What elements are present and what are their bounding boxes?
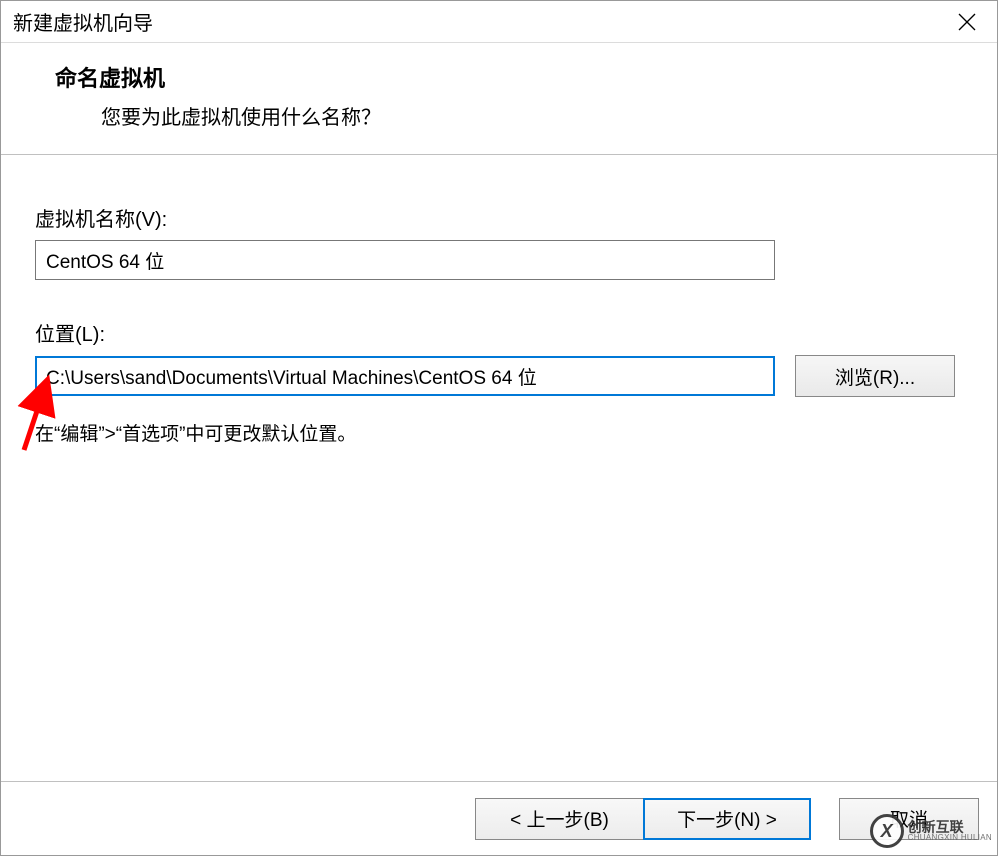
wizard-header-subtitle: 您要为此虚拟机使用什么名称？: [101, 101, 967, 130]
vm-location-input[interactable]: [35, 356, 775, 396]
wizard-header: 命名虚拟机 您要为此虚拟机使用什么名称？: [1, 43, 997, 155]
watermark-logo: X 创新互联 CHUANGXIN HULIAN: [870, 814, 992, 848]
vm-name-label: 虚拟机名称(V):: [35, 203, 967, 232]
close-icon: [958, 13, 976, 31]
watermark-text-en: CHUANGXIN HULIAN: [908, 834, 992, 842]
vm-location-row: 位置(L): 浏览(R)...: [35, 318, 967, 397]
vm-location-label: 位置(L):: [35, 318, 967, 347]
browse-button[interactable]: 浏览(R)...: [795, 355, 955, 397]
wizard-window: 新建虚拟机向导 命名虚拟机 您要为此虚拟机使用什么名称？ 虚拟机名称(V): 位…: [0, 0, 998, 856]
window-title: 新建虚拟机向导: [13, 7, 153, 36]
vm-name-input[interactable]: [35, 240, 775, 280]
back-button[interactable]: < 上一步(B): [475, 798, 643, 840]
wizard-footer: < 上一步(B) 下一步(N) > 取消: [1, 781, 997, 855]
vm-location-input-row: 浏览(R)...: [35, 355, 967, 397]
watermark-badge-icon: X: [870, 814, 904, 848]
next-button[interactable]: 下一步(N) >: [643, 798, 811, 840]
watermark-text-cn: 创新互联: [908, 820, 992, 834]
vm-name-row: 虚拟机名称(V):: [35, 203, 967, 280]
wizard-header-title: 命名虚拟机: [55, 61, 967, 93]
default-location-hint: 在“编辑”>“首选项”中可更改默认位置。: [35, 419, 967, 446]
wizard-content: 虚拟机名称(V): 位置(L): 浏览(R)... 在“编辑”>“首选项”中可更…: [1, 155, 997, 781]
watermark-text: 创新互联 CHUANGXIN HULIAN: [908, 820, 992, 842]
titlebar: 新建虚拟机向导: [1, 1, 997, 43]
close-button[interactable]: [937, 1, 997, 43]
